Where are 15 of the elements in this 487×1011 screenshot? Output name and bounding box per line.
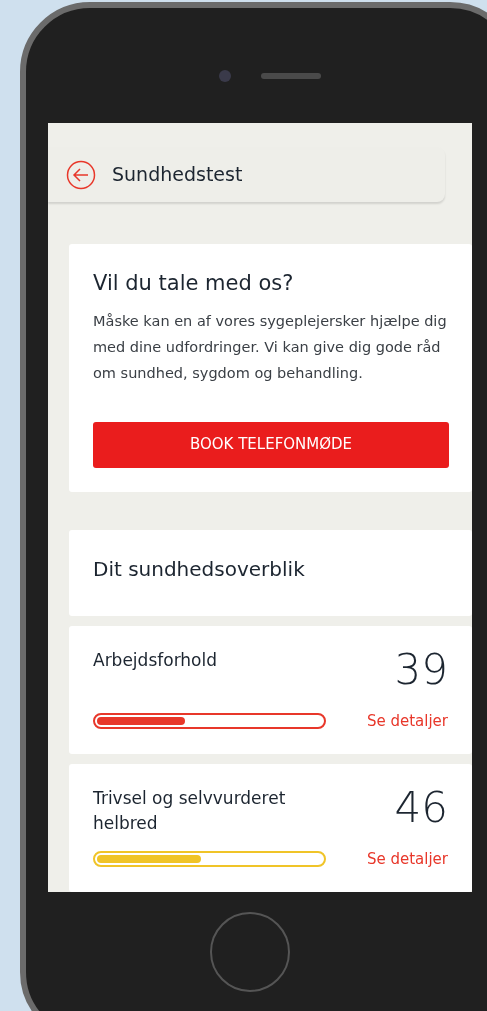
score-value: 46 [394,785,448,830]
header-title: Sundhedstest [112,162,243,188]
back-button[interactable] [66,159,96,190]
card-body-text: Måske kan en af vores sygeplejersker hjælpe dig med dine udfordringer. Vi kan give dig gode råd om sundhed, sygdom og behandling. [93,311,448,383]
details-link[interactable]: Se detaljer [366,847,448,870]
score-value: 39 [394,647,448,692]
book-call-button[interactable]: BOOK TELEFONMØDE [93,421,449,468]
details-link[interactable]: Se detaljer [366,709,448,732]
camera-icon [219,69,231,82]
card-title: Vil du tale med os? [93,270,295,297]
category-label: Trivsel og selvvurderet helbred [93,786,287,835]
speaker-icon [261,72,321,79]
overview-title: Dit sundhedsoverblik [93,555,306,583]
category-label: Arbejdsforhold [93,648,218,672]
home-button[interactable] [210,912,290,992]
